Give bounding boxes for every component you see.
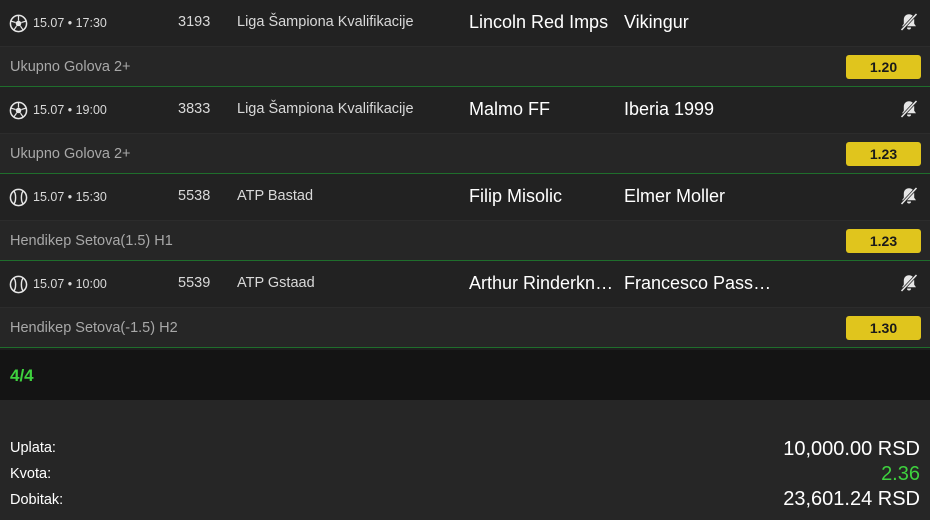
match-code: 3193 (178, 14, 211, 30)
bell-off-icon[interactable] (899, 12, 919, 32)
league-name: Liga Šampiona Kvalifikacije (237, 101, 414, 117)
bet-slip: 15.07 • 17:30 3193 Liga Šampiona Kvalifi… (0, 0, 930, 520)
bet-row: Hendikep Setova(1.5) H1 1.23 (0, 221, 930, 261)
match-time: 15.07 • 19:00 (33, 103, 107, 117)
bell-off-icon[interactable] (899, 273, 919, 293)
match-time: 15.07 • 17:30 (33, 16, 107, 30)
odds-label: Kvota: (10, 466, 52, 482)
away-team: Francesco Passaro (624, 273, 774, 293)
match-item: 15.07 • 17:30 3193 Liga Šampiona Kvalifi… (0, 0, 930, 87)
match-time: 15.07 • 15:30 (33, 190, 107, 204)
win-value: 23,601.24 RSD (783, 488, 920, 510)
league-name: ATP Bastad (237, 188, 314, 204)
match-header-row: 15.07 • 10:00 5539 ATP Gstaad Arthur Rin… (0, 261, 930, 308)
bet-row: Hendikep Setova(-1.5) H2 1.30 (0, 308, 930, 348)
league-name: ATP Gstaad (237, 275, 315, 291)
selection-count: 4/4 (10, 366, 34, 385)
stake-label: Uplata: (10, 440, 56, 456)
away-team: Elmer Moller (624, 186, 726, 206)
match-item: 15.07 • 10:00 5539 ATP Gstaad Arthur Rin… (0, 261, 930, 348)
bell-off-icon[interactable] (899, 99, 919, 119)
bet-type: Ukupno Golova 2+ (10, 146, 131, 162)
home-team: Malmo FF (469, 99, 550, 119)
bet-row: Ukupno Golova 2+ 1.20 (0, 47, 930, 87)
stake-value: 10,000.00 RSD (783, 438, 920, 460)
home-team: Lincoln Red Imps (469, 12, 609, 32)
match-header-row: 15.07 • 19:00 3833 Liga Šampiona Kvalifi… (0, 87, 930, 134)
away-team: Iberia 1999 (624, 99, 715, 119)
home-team: Filip Misolic (469, 186, 563, 206)
bet-type: Hendikep Setova(-1.5) H2 (10, 320, 178, 336)
match-header-row: 15.07 • 17:30 3193 Liga Šampiona Kvalifi… (0, 0, 930, 47)
soccer-ball-icon (9, 14, 28, 33)
win-label: Dobitak: (10, 492, 64, 508)
odd-badge[interactable]: 1.20 (846, 55, 921, 79)
league-name: Liga Šampiona Kvalifikacije (237, 14, 414, 30)
away-team: Vikingur (624, 12, 689, 32)
match-code: 5538 (178, 188, 211, 204)
home-team: Arthur Rinderknech (469, 273, 617, 293)
tennis-ball-icon (9, 188, 28, 207)
slip-summary: Uplata: 10,000.00 RSD Kvota: 2.36 Dobita… (0, 400, 930, 520)
match-header-row: 15.07 • 15:30 5538 ATP Bastad Filip Miso… (0, 174, 930, 221)
selection-count-bar: 4/4 (0, 350, 930, 400)
odd-badge[interactable]: 1.30 (846, 316, 921, 340)
match-item: 15.07 • 15:30 5538 ATP Bastad Filip Miso… (0, 174, 930, 261)
tennis-ball-icon (9, 275, 28, 294)
bet-type: Ukupno Golova 2+ (10, 59, 131, 75)
bet-type: Hendikep Setova(1.5) H1 (10, 233, 173, 249)
total-odds-value: 2.36 (881, 463, 920, 485)
match-time: 15.07 • 10:00 (33, 277, 107, 291)
odd-badge[interactable]: 1.23 (846, 229, 921, 253)
match-code: 5539 (178, 275, 211, 291)
match-item: 15.07 • 19:00 3833 Liga Šampiona Kvalifi… (0, 87, 930, 174)
bell-off-icon[interactable] (899, 186, 919, 206)
match-code: 3833 (178, 101, 211, 117)
bet-row: Ukupno Golova 2+ 1.23 (0, 134, 930, 174)
soccer-ball-icon (9, 101, 28, 120)
odd-badge[interactable]: 1.23 (846, 142, 921, 166)
